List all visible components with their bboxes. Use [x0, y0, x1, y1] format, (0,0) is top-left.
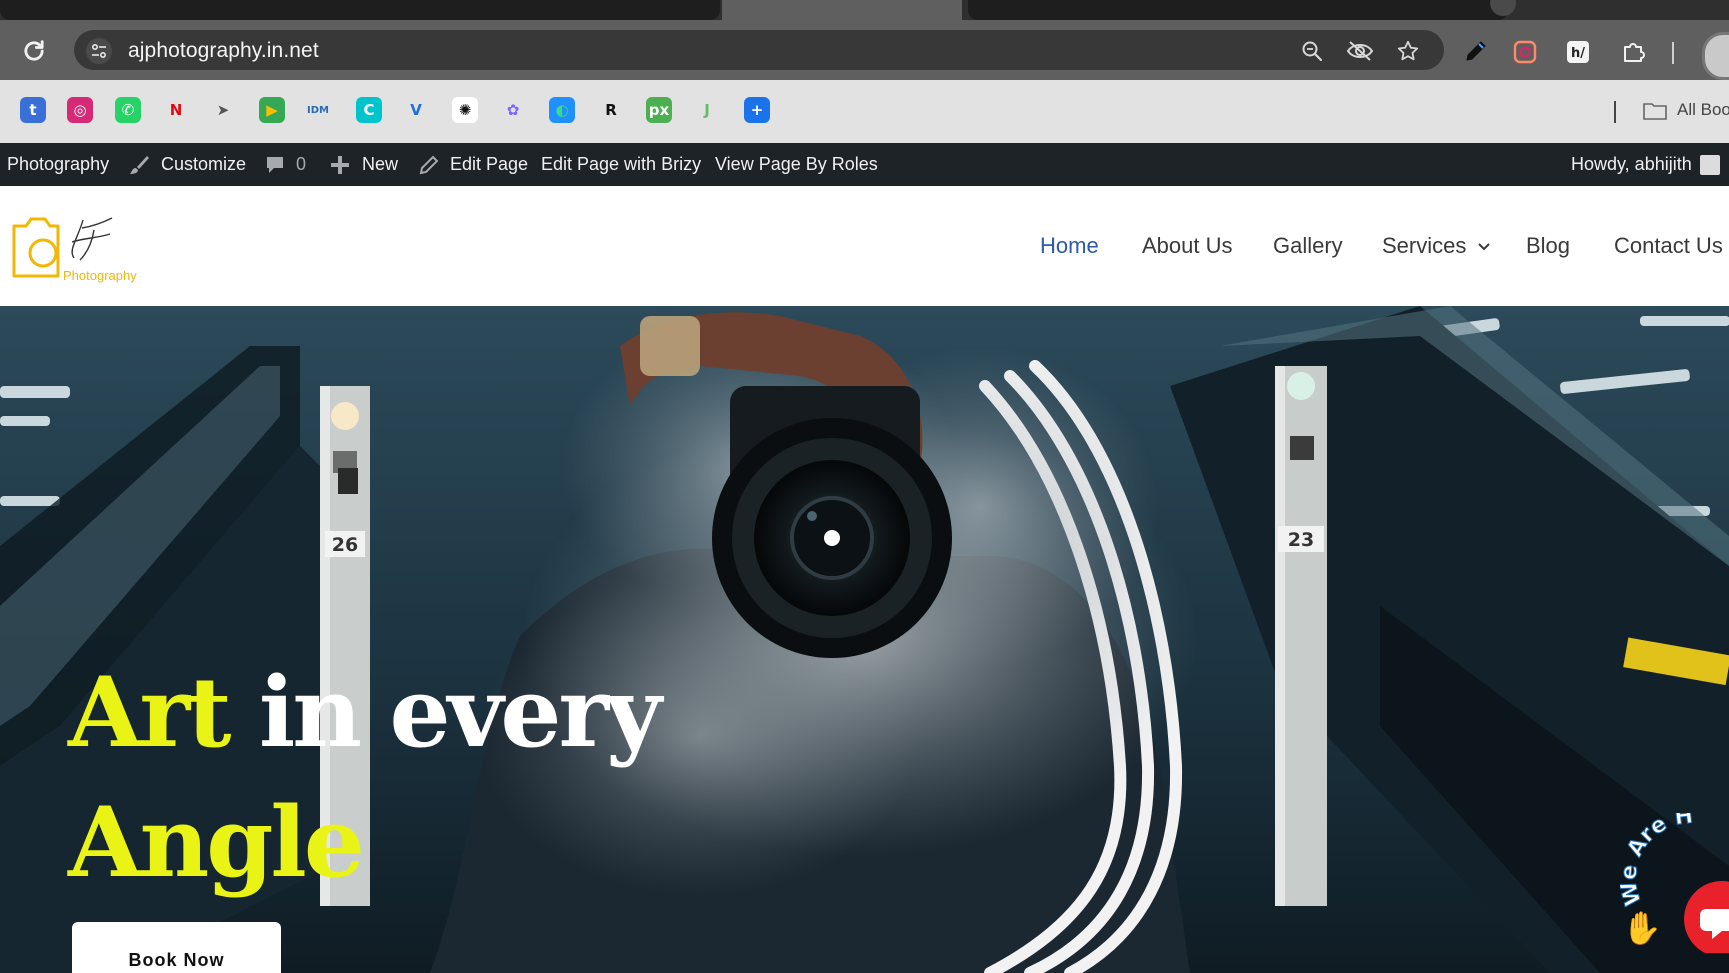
browser-tab[interactable]	[968, 0, 1508, 20]
copilot-icon[interactable]: ✿	[500, 97, 526, 123]
tracking-protection-eye-icon[interactable]	[1346, 39, 1374, 63]
netflix-icon[interactable]: N	[163, 97, 189, 123]
canva-icon[interactable]: C	[356, 97, 382, 123]
zoom-icon[interactable]	[1300, 39, 1324, 63]
admin-user-avatar[interactable]	[1700, 155, 1720, 175]
headline-word-angle: Angle	[68, 786, 365, 899]
toolbar-divider	[1672, 42, 1674, 64]
hero-headline: Art in every Angle	[68, 648, 662, 908]
pencil-icon	[419, 155, 439, 175]
book-now-button[interactable]: Book Now	[72, 922, 281, 973]
svg-text:Photography: Photography	[63, 268, 137, 283]
paintbrush-icon	[130, 156, 149, 174]
google-meet-icon[interactable]: ▶	[259, 97, 285, 123]
admin-new[interactable]: New	[362, 154, 398, 175]
chatgpt-icon[interactable]: ✺	[452, 97, 478, 123]
whatsapp-icon[interactable]: ✆	[115, 97, 141, 123]
wappalyzer-extension-icon[interactable]: h/	[1565, 39, 1591, 65]
browser-tab[interactable]	[0, 0, 720, 20]
nav-gallery[interactable]: Gallery	[1273, 233, 1343, 259]
nav-home[interactable]: Home	[1040, 233, 1099, 259]
vector-icon[interactable]: V	[403, 97, 429, 123]
waving-hand-icon: ✋	[1622, 909, 1662, 947]
r-icon[interactable]: R	[598, 97, 624, 123]
wp-admin-bar: Photography Customize 0 New Edit Page Ed…	[0, 143, 1729, 186]
browser-toolbar: ajphotography.in.net h/	[0, 20, 1729, 80]
admin-site-name[interactable]: Photography	[7, 154, 109, 175]
headline-in-every: in every	[258, 656, 662, 769]
nav-services[interactable]: Services	[1382, 233, 1492, 259]
admin-howdy[interactable]: Howdy, abhijith	[1571, 154, 1692, 175]
jasper-icon[interactable]: J	[694, 97, 720, 123]
nav-about-us[interactable]: About Us	[1142, 233, 1233, 259]
address-bar[interactable]: ajphotography.in.net	[74, 30, 1444, 70]
comment-icon	[267, 157, 283, 173]
site-header: Photography Home About Us Gallery Services B…	[0, 186, 1729, 306]
chevron-down-icon	[1478, 243, 1491, 251]
admin-comments-count[interactable]: 0	[296, 154, 306, 175]
folder-icon[interactable]	[1643, 102, 1667, 120]
bird-icon[interactable]: ➤	[210, 97, 236, 123]
sparkle-icon[interactable]: +	[744, 97, 770, 123]
camera-logo-icon: Photography	[12, 217, 137, 283]
admin-edit-with-brizy[interactable]: Edit Page with Brizy	[541, 154, 701, 175]
reload-icon[interactable]	[20, 37, 48, 65]
nav-blog[interactable]: Blog	[1526, 233, 1570, 259]
pixlr-icon[interactable]: px	[646, 97, 672, 123]
all-bookmarks-label[interactable]: All Boo	[1677, 100, 1729, 120]
plus-icon	[331, 156, 349, 174]
admin-view-by-roles[interactable]: View Page By Roles	[715, 154, 878, 175]
instagram-icon[interactable]: ◎	[67, 97, 93, 123]
admin-edit-page[interactable]: Edit Page	[450, 154, 528, 175]
chat-widget[interactable]: We Are H ✋	[1620, 813, 1729, 953]
browser-tab-active[interactable]	[722, 0, 962, 20]
bookmarks-divider	[1614, 101, 1616, 123]
browser-tab-strip	[0, 0, 1729, 20]
extensions-puzzle-icon[interactable]	[1620, 39, 1646, 65]
svg-text:We Are H: We Are H	[1620, 813, 1694, 908]
site-logo[interactable]: Photography	[8, 208, 178, 288]
screenshot-extension-icon[interactable]	[1512, 39, 1538, 65]
tumblr-icon[interactable]: t	[20, 97, 46, 123]
svg-text:23: 23	[1288, 529, 1314, 551]
idm-icon[interactable]: IDM	[305, 97, 331, 123]
svg-text:h/: h/	[1571, 46, 1585, 61]
bookmarks-bar: t ◎ ✆ N ➤ ▶ IDM C V ✺ ✿ ◐ Rpx J + All Boo	[0, 80, 1729, 143]
url-text[interactable]: ajphotography.in.net	[128, 39, 319, 63]
eyedropper-extension-icon[interactable]	[1462, 39, 1488, 65]
svg-text:26: 26	[332, 534, 358, 556]
edge-icon[interactable]: ◐	[549, 97, 575, 123]
headline-word-art: Art	[68, 656, 231, 769]
profile-avatar[interactable]	[1702, 32, 1729, 80]
bookmark-star-icon[interactable]	[1396, 39, 1420, 63]
site-settings-icon[interactable]	[86, 38, 112, 64]
nav-contact-us[interactable]: Contact Us	[1614, 233, 1723, 259]
admin-customize[interactable]: Customize	[161, 154, 246, 175]
hero-section: 26 23 Art in every Angle Book Now Are H …	[0, 306, 1729, 973]
